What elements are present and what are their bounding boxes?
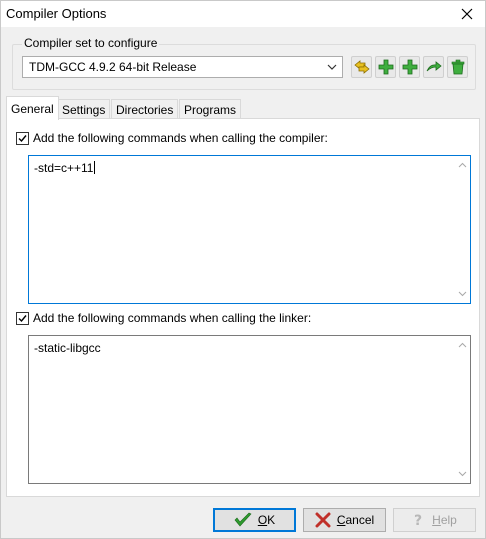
tab-general-label: General xyxy=(11,101,54,116)
linker-commands-textarea[interactable]: -static-libgcc xyxy=(28,335,471,484)
close-icon xyxy=(461,8,473,20)
add-empty-compiler-set-button[interactable] xyxy=(399,56,420,78)
ok-label: OK xyxy=(257,513,276,527)
tab-programs[interactable]: Programs xyxy=(179,99,242,119)
x-icon xyxy=(315,512,331,528)
tab-settings[interactable]: Settings xyxy=(57,99,111,119)
linker-commands-label: Add the following commands when calling … xyxy=(33,311,312,325)
arrow-icon xyxy=(426,61,442,72)
close-button[interactable] xyxy=(457,4,477,24)
title-bar: Compiler Options xyxy=(1,1,485,27)
compiler-commands-textarea[interactable]: -std=c++11 xyxy=(28,155,471,304)
compiler-commands-text: -std=c++11 xyxy=(34,161,96,175)
linker-commands-text: -static-libgcc xyxy=(34,341,101,355)
scroll-down-icon[interactable] xyxy=(458,471,467,477)
plus-icon xyxy=(402,59,417,75)
window-title: Compiler Options xyxy=(6,6,107,21)
text-caret xyxy=(94,161,96,174)
svg-text:?: ? xyxy=(414,513,422,528)
add-compiler-set-button[interactable] xyxy=(375,56,396,78)
checkmark-icon xyxy=(18,314,27,322)
compiler-commands-checkbox[interactable] xyxy=(16,131,29,145)
help-button: ? Help xyxy=(393,508,476,532)
rename-icon xyxy=(353,60,370,74)
compiler-options-dialog: Compiler Options Compiler set to configu… xyxy=(0,0,486,539)
check-icon xyxy=(234,512,252,527)
compiler-set-label: Compiler set to configure xyxy=(22,36,160,50)
help-label: Help xyxy=(432,513,457,527)
ok-button[interactable]: OK xyxy=(213,508,296,532)
question-icon: ? xyxy=(414,513,422,528)
compiler-commands-checkbox-row[interactable]: Add the following commands when calling … xyxy=(16,131,328,145)
delete-compiler-set-button[interactable] xyxy=(447,56,468,78)
general-tab-panel: Add the following commands when calling … xyxy=(6,118,480,497)
compiler-commands-label: Add the following commands when calling … xyxy=(33,131,328,145)
linker-commands-checkbox[interactable] xyxy=(16,311,29,325)
tab-settings-label: Settings xyxy=(62,102,106,117)
cancel-label: Cancel xyxy=(336,513,375,527)
cancel-button[interactable]: Cancel xyxy=(303,508,386,532)
tab-directories[interactable]: Directories xyxy=(111,99,179,119)
tab-directories-label: Directories xyxy=(116,102,174,117)
plus-icon xyxy=(378,59,393,75)
tab-general[interactable]: General xyxy=(6,96,59,120)
chevron-down-icon xyxy=(327,64,337,70)
checkmark-icon xyxy=(18,134,27,142)
scroll-down-icon[interactable] xyxy=(458,291,467,297)
trash-icon xyxy=(451,59,464,75)
scroll-up-icon[interactable] xyxy=(458,162,467,168)
linker-commands-checkbox-row[interactable]: Add the following commands when calling … xyxy=(16,311,311,325)
compiler-set-select[interactable]: TDM-GCC 4.9.2 64-bit Release xyxy=(22,56,343,78)
tab-programs-label: Programs xyxy=(184,102,237,117)
find-compilers-button[interactable] xyxy=(423,56,444,78)
scroll-up-icon[interactable] xyxy=(458,342,467,348)
compiler-set-value: TDM-GCC 4.9.2 64-bit Release xyxy=(29,60,197,74)
rename-compiler-set-button[interactable] xyxy=(351,56,372,78)
